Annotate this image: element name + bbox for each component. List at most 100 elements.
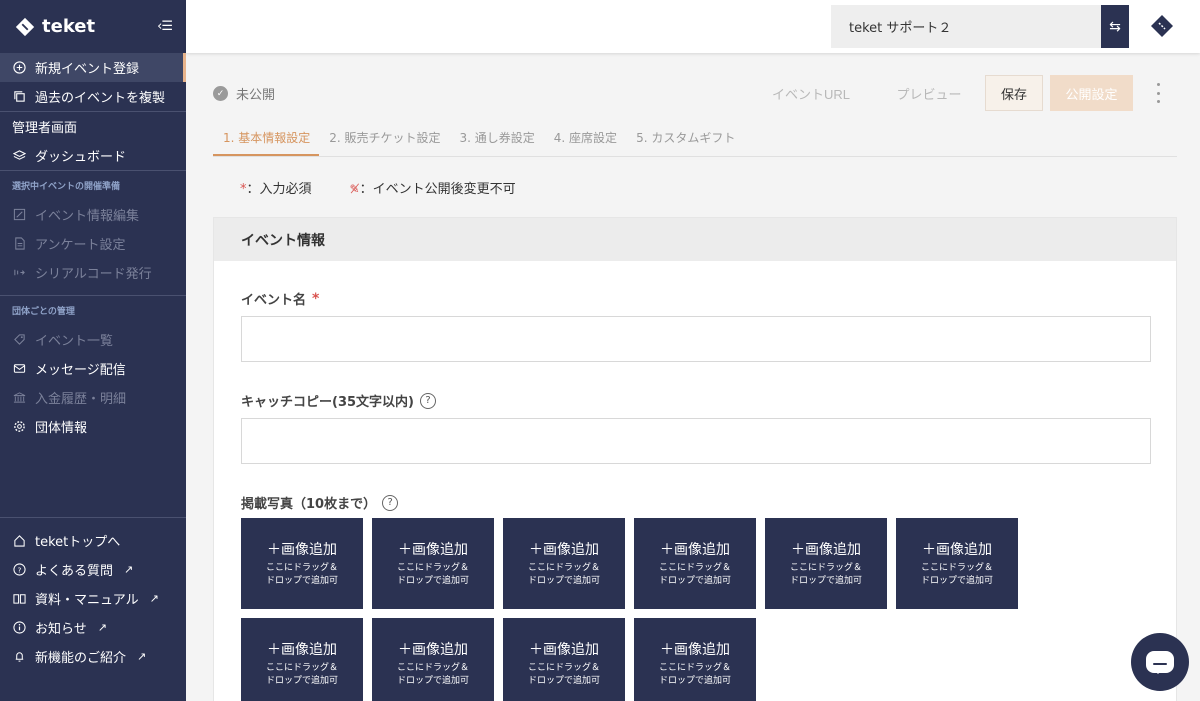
photo-upload-tile[interactable]: ＋画像追加 ここにドラッグ＆ ドロップで追加可 — [634, 518, 756, 609]
photo-upload-tile[interactable]: ＋画像追加ここにドラッグ＆ ドロップで追加可 — [241, 618, 363, 701]
drag-drop-hint-line2: ドロップで追加可 — [789, 576, 862, 586]
drag-drop-hint-line1: ここにドラッグ＆ — [527, 663, 600, 673]
external-link-icon: ↗ — [124, 563, 134, 576]
event-name-input[interactable] — [241, 316, 1151, 362]
sidebar-item-news[interactable]: お知らせ ↗ — [0, 613, 186, 642]
check-circle-icon: ✓ — [213, 86, 228, 101]
drag-drop-hint: ここにドラッグ＆ ドロップで追加可 — [397, 562, 469, 588]
drag-drop-hint-line2: ドロップで追加可 — [658, 576, 731, 586]
sidebar-item-label: イベント一覧 — [35, 334, 114, 349]
sidebar-item-event-list[interactable]: イベント一覧 — [0, 325, 186, 354]
preview-button[interactable]: プレビュー — [875, 75, 983, 111]
tab-basic-info[interactable]: 1. 基本情報設定 — [213, 132, 320, 156]
collapse-sidebar-icon[interactable]: ‹☰ — [157, 19, 173, 34]
tab-seat-settings[interactable]: 4. 座席設定 — [544, 132, 626, 156]
sidebar-item-new-event[interactable]: 新規イベント登録 — [0, 53, 186, 82]
required-legend: *：入力必須 — [240, 178, 312, 197]
drag-drop-hint-line1: ここにドラッグ＆ — [658, 663, 731, 673]
publish-settings-button[interactable]: 公開設定 — [1050, 75, 1133, 111]
drag-drop-hint-line2: ドロップで追加可 — [396, 576, 469, 586]
event-name-label-text: イベント名 — [241, 293, 307, 308]
chat-support-button[interactable] — [1131, 633, 1189, 691]
event-url-button[interactable]: イベントURL — [761, 75, 861, 111]
drag-drop-hint-line1: ここにドラッグ＆ — [265, 663, 338, 673]
sidebar-item-label: 新機能のご紹介 — [35, 651, 127, 666]
section-event-prep: 選択中イベントの開催準備 — [12, 182, 121, 192]
drag-drop-hint-line1: ここにドラッグ＆ — [658, 563, 731, 573]
photo-upload-tile[interactable]: ＋画像追加 ここにドラッグ＆ ドロップで追加可 — [896, 518, 1018, 609]
organization-selector[interactable]: teket サポート２ — [831, 5, 1101, 48]
add-image-label: ＋画像追加 — [267, 542, 337, 558]
sidebar-item-duplicate-event[interactable]: 過去のイベントを複製 — [0, 82, 186, 111]
photos-label: 掲載写真（10枚まで） ? — [241, 493, 1149, 512]
drag-drop-hint-line2: ドロップで追加可 — [920, 576, 993, 586]
help-icon[interactable]: ? — [382, 494, 399, 511]
drag-drop-hint: ここにドラッグ＆ ドロップで追加可 — [659, 662, 731, 688]
photo-upload-tile[interactable]: ＋画像追加 ここにドラッグ＆ ドロップで追加可 — [765, 518, 887, 609]
svg-text:?: ? — [17, 565, 21, 574]
sidebar-item-messages[interactable]: メッセージ配信 — [0, 354, 186, 383]
photo-upload-tile[interactable]: ＋画像追加 ここにドラッグ＆ ドロップで追加可 — [503, 618, 625, 701]
external-link-icon: ↗ — [149, 592, 159, 605]
sidebar-item-payments[interactable]: 入金履歴・明細 — [0, 383, 186, 412]
catch-copy-label-text: キャッチコピー(35文字以内) — [241, 395, 414, 410]
more-options-icon[interactable] — [1153, 83, 1163, 103]
drag-drop-hint-line2: ドロップで追加可 — [396, 676, 469, 686]
drag-drop-hint: ここにドラッグ＆ ドロップで追加可 — [528, 562, 600, 588]
catch-copy-input[interactable] — [241, 418, 1151, 464]
photo-upload-tile[interactable]: ＋画像追加 ここにドラッグ＆ ドロップで追加可 — [372, 518, 494, 609]
photo-upload-tile[interactable]: ＋画像追加 ここにドラッグ＆ ドロップで追加可 — [503, 518, 625, 609]
drag-drop-hint-line1: ここにドラッグ＆ — [527, 563, 600, 573]
locked-legend-text: ：イベント公開後変更不可 — [359, 181, 516, 197]
card-title: イベント情報 — [214, 218, 1176, 261]
mail-icon — [12, 362, 26, 376]
add-image-label: ＋画像追加 — [267, 642, 337, 658]
photo-upload-tile[interactable]: ＋画像追加ここにドラッグ＆ ドロップで追加可 — [372, 618, 494, 701]
drag-drop-hint-line2: ドロップで追加可 — [527, 576, 600, 586]
locked-legend: ✎̸：イベント公開後変更不可 — [350, 178, 516, 197]
external-link-icon: ↗ — [137, 650, 147, 663]
event-name-label: イベント名 * — [241, 289, 1149, 309]
sidebar-item-survey[interactable]: アンケート設定 — [0, 229, 186, 258]
logo[interactable]: teket — [14, 16, 95, 38]
sidebar-item-dashboard[interactable]: ダッシュボード — [0, 141, 186, 170]
sidebar-item-new-features[interactable]: 新機能のご紹介 ↗ — [0, 642, 186, 671]
sidebar: teket ‹☰ 新規イベント登録 過去のイベントを複製 管理者画面 ダッシュボ… — [0, 0, 186, 701]
sidebar-header: teket ‹☰ — [0, 0, 186, 53]
required-legend-text: ：入力必須 — [246, 181, 312, 197]
tab-season-pass[interactable]: 3. 通し券設定 — [450, 132, 544, 156]
tab-custom-gift[interactable]: 5. カスタムギフト — [626, 132, 744, 156]
step-tabs: 1. 基本情報設定 2. 販売チケット設定 3. 通し券設定 4. 座席設定 5… — [213, 132, 1177, 157]
action-bar: ✓ 未公開 イベントURL プレビュー 保存 公開設定 — [213, 53, 1177, 133]
document-icon — [12, 237, 26, 251]
sidebar-admin-label: 管理者画面 — [12, 121, 78, 136]
drag-drop-hint: ここにドラッグ＆ ドロップで追加可 — [659, 562, 731, 588]
add-image-label: ＋画像追加 — [398, 642, 468, 658]
sidebar-item-manual[interactable]: 資料・マニュアル ↗ — [0, 584, 186, 613]
sidebar-item-edit-event[interactable]: イベント情報編集 — [0, 200, 186, 229]
drag-drop-hint-line2: ドロップで追加可 — [265, 676, 338, 686]
sidebar-item-serial-code[interactable]: シリアルコード発行 — [0, 258, 186, 287]
drag-drop-hint-line1: ここにドラッグ＆ — [396, 663, 469, 673]
chat-icon — [1146, 651, 1174, 674]
ticket-icon[interactable] — [1149, 13, 1175, 39]
help-icon[interactable]: ? — [419, 392, 436, 409]
card-body: イベント名 * キャッチコピー(35文字以内) ? 掲載写真（10枚まで） ? … — [214, 261, 1176, 701]
catch-copy-label: キャッチコピー(35文字以内) ? — [241, 391, 1149, 410]
drag-drop-hint-line2: ドロップで追加可 — [265, 576, 338, 586]
sidebar-item-faq[interactable]: ? よくある質問 ↗ — [0, 555, 186, 584]
sidebar-item-label: アンケート設定 — [35, 238, 126, 253]
sidebar-item-org-info[interactable]: 団体情報 — [0, 412, 186, 441]
field-legend: *：入力必須 ✎̸：イベント公開後変更不可 — [213, 157, 1177, 217]
drag-drop-hint: ここにドラッグ＆ ドロップで追加可 — [266, 562, 338, 588]
sidebar-bottom-nav: teketトップへ ? よくある質問 ↗ 資料・マニュアル ↗ お知らせ ↗ 新… — [0, 517, 186, 671]
sidebar-item-teket-top[interactable]: teketトップへ — [0, 526, 186, 555]
photo-upload-tile[interactable]: ＋画像追加 ここにドラッグ＆ ドロップで追加可 — [634, 618, 756, 701]
publish-status: ✓ 未公開 — [213, 84, 275, 103]
sidebar-item-label: 新規イベント登録 — [35, 62, 140, 77]
save-button[interactable]: 保存 — [985, 75, 1043, 111]
switch-organization-button[interactable]: ⇆ — [1101, 5, 1129, 48]
photo-upload-tile[interactable]: ＋画像追加ここにドラッグ＆ ドロップで追加可 — [241, 518, 363, 609]
tab-ticket-settings[interactable]: 2. 販売チケット設定 — [319, 132, 449, 156]
drag-drop-hint-line2: ドロップで追加可 — [658, 676, 731, 686]
